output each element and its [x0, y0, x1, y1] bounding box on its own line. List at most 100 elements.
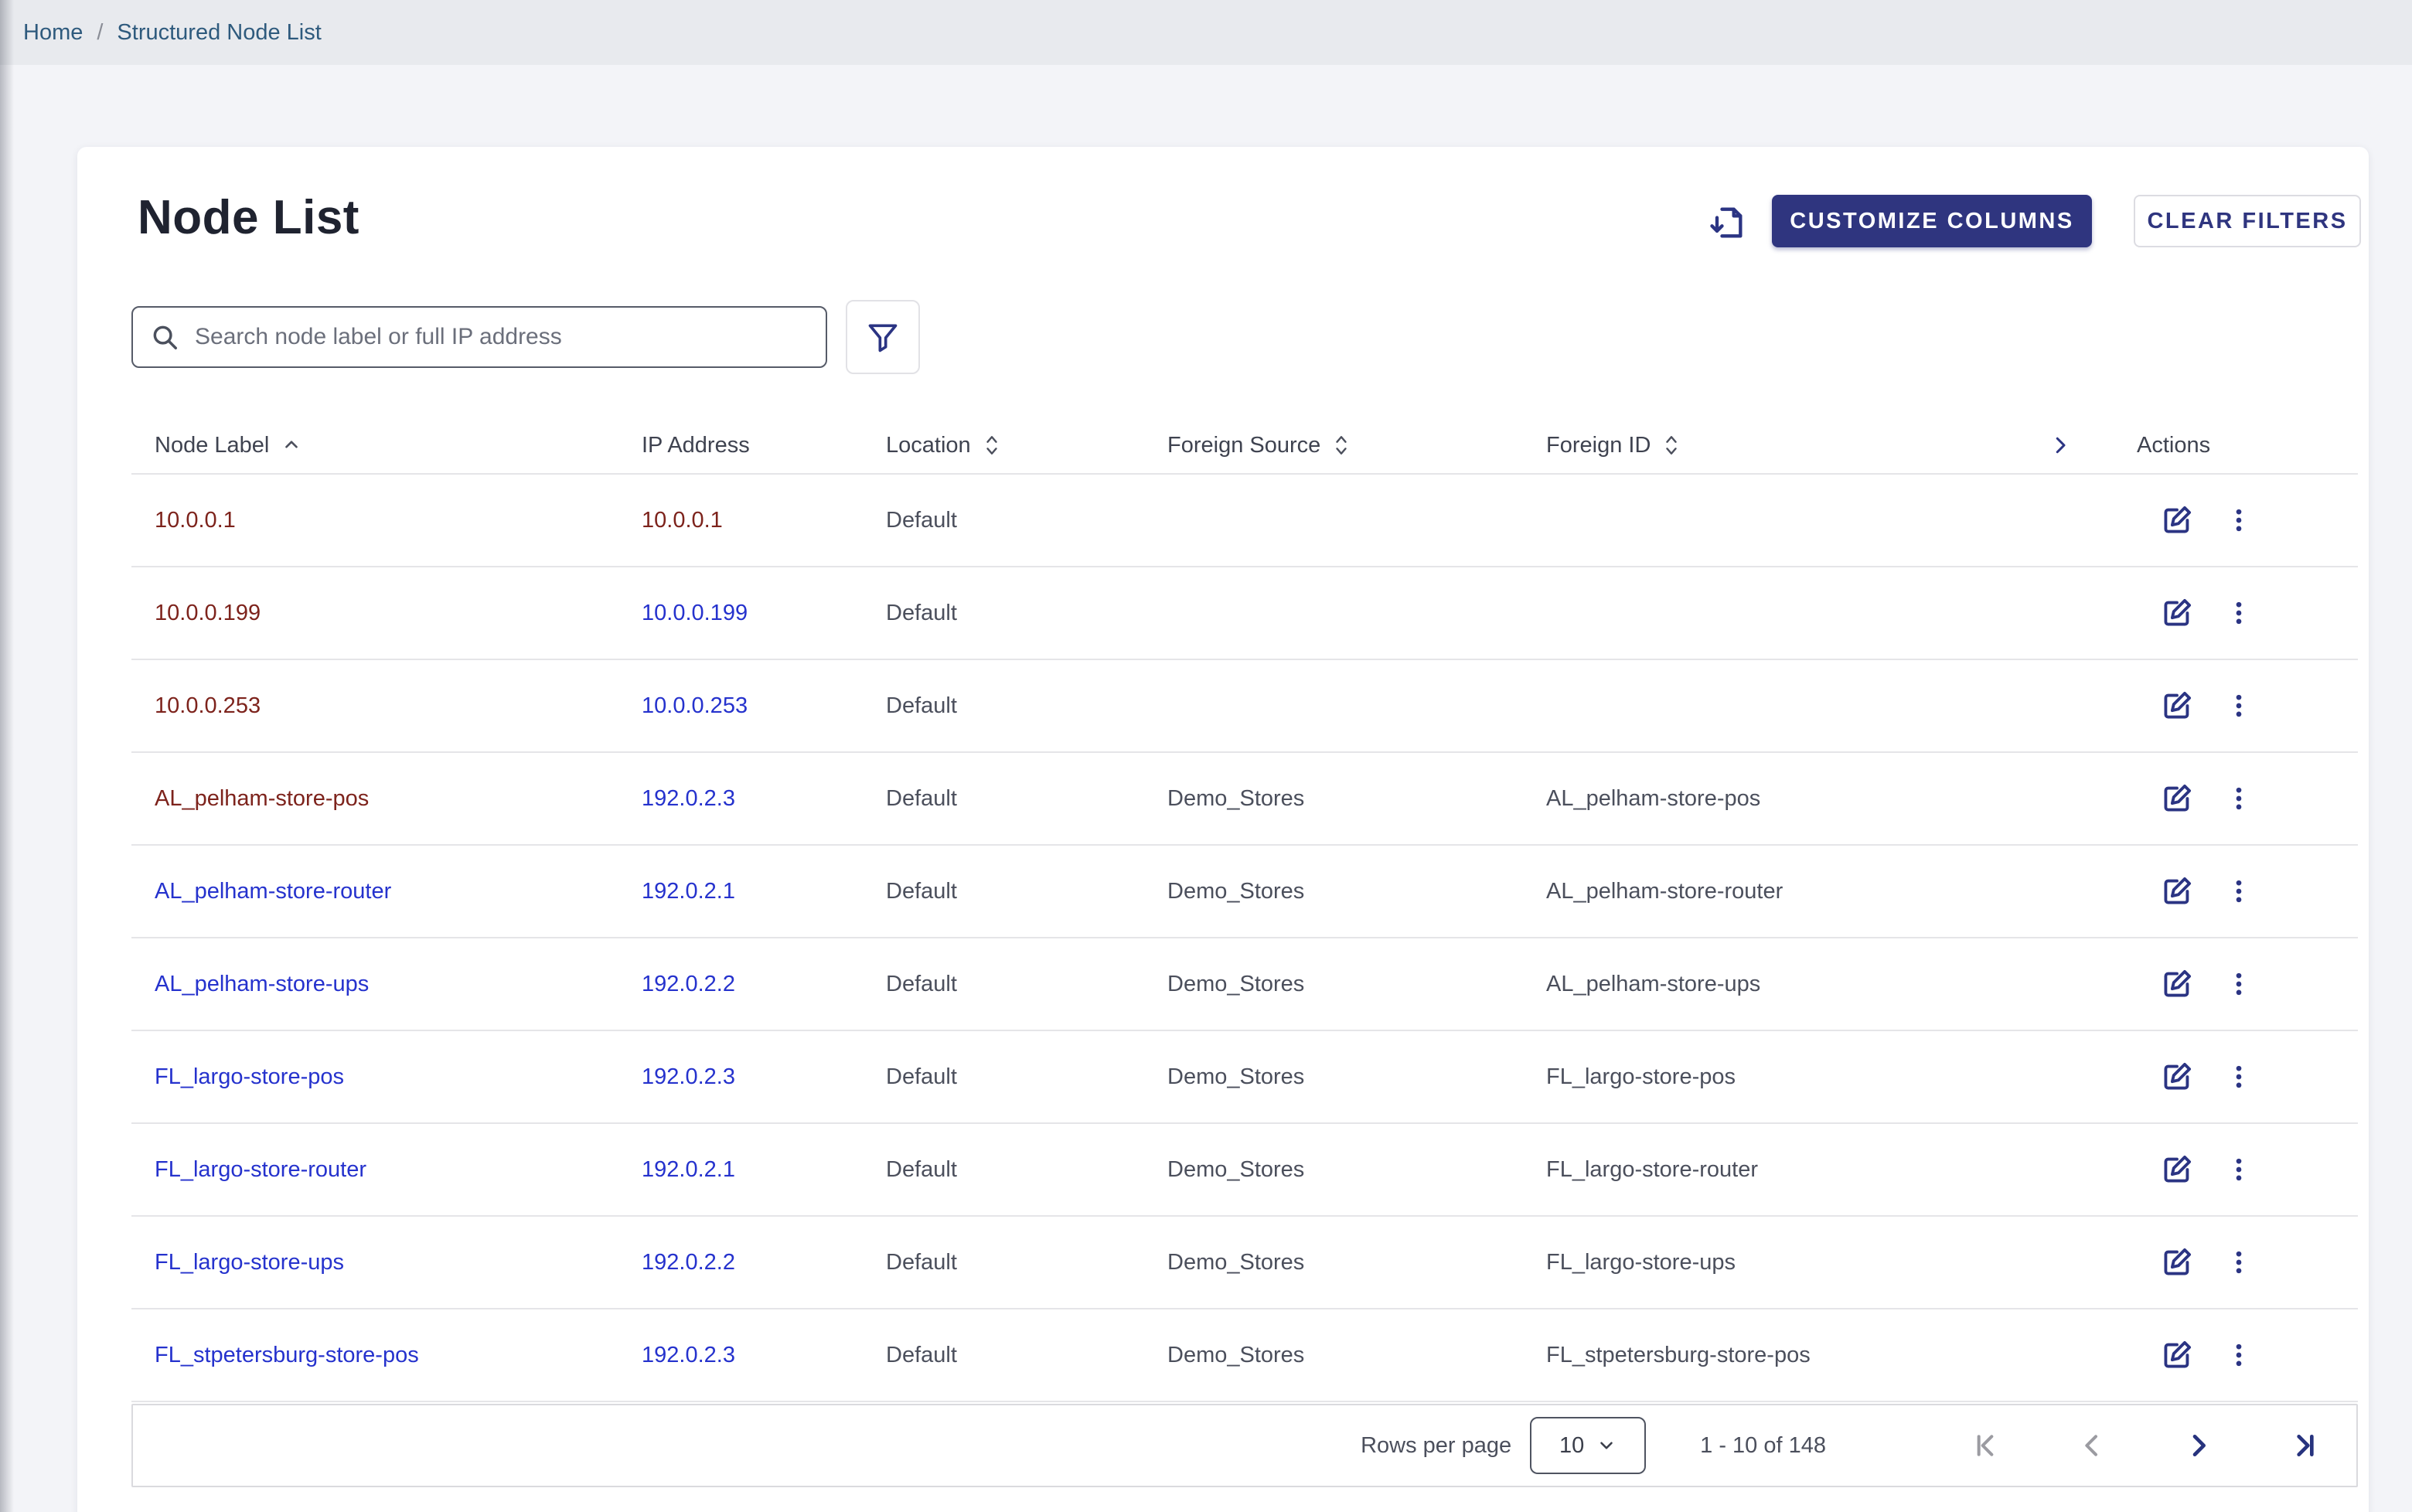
sort-both-icon: [1333, 433, 1350, 458]
foreign-source-cell: Demo_Stores: [1167, 1343, 1304, 1368]
foreign-source-cell: Demo_Stores: [1167, 879, 1304, 904]
edit-square-icon: [2159, 1059, 2195, 1095]
pagination-range-label: 1 - 10 of 148: [1700, 1433, 1826, 1459]
ip-address-link[interactable]: 10.0.0.1: [642, 508, 723, 533]
row-menu-button[interactable]: [2219, 778, 2259, 819]
table-row: AL_pelham-store-pos 192.0.2.3 Default De…: [131, 753, 2358, 846]
ip-address-link[interactable]: 10.0.0.199: [642, 601, 748, 626]
next-page-button[interactable]: [2182, 1429, 2216, 1463]
edit-square-icon: [2159, 1152, 2195, 1187]
row-menu-button[interactable]: [2219, 1149, 2259, 1190]
row-menu-button[interactable]: [2219, 593, 2259, 633]
ip-address-link[interactable]: 192.0.2.1: [642, 879, 735, 904]
edit-node-button[interactable]: [2157, 871, 2197, 911]
node-label-link[interactable]: 10.0.0.199: [155, 601, 261, 626]
location-cell: Default: [886, 879, 957, 904]
ip-address-link[interactable]: 192.0.2.2: [642, 972, 735, 997]
breadcrumb-home-link[interactable]: Home: [23, 20, 83, 46]
kebab-menu-icon: [2223, 1061, 2254, 1092]
table-row: FL_largo-store-ups 192.0.2.2 Default Dem…: [131, 1217, 2358, 1309]
node-label-link[interactable]: 10.0.0.1: [155, 508, 236, 533]
node-label-link[interactable]: FL_largo-store-ups: [155, 1250, 344, 1275]
node-label-link[interactable]: FL_largo-store-pos: [155, 1064, 344, 1090]
node-label-link[interactable]: 10.0.0.253: [155, 693, 261, 719]
customize-columns-button[interactable]: CUSTOMIZE COLUMNS: [1772, 195, 2092, 247]
rows-per-page-select[interactable]: 10: [1530, 1417, 1646, 1474]
ip-address-link[interactable]: 192.0.2.1: [642, 1157, 735, 1183]
kebab-menu-icon: [2223, 598, 2254, 628]
page-title: Node List: [138, 190, 359, 245]
edit-node-button[interactable]: [2157, 778, 2197, 819]
column-header-location[interactable]: Location: [863, 433, 1144, 458]
edit-node-button[interactable]: [2157, 593, 2197, 633]
edit-square-icon: [2159, 688, 2195, 724]
table-row: 10.0.0.253 10.0.0.253 Default: [131, 660, 2358, 753]
filter-button[interactable]: [846, 300, 920, 374]
row-menu-button[interactable]: [2219, 1242, 2259, 1282]
edit-node-button[interactable]: [2157, 1242, 2197, 1282]
location-cell: Default: [886, 1250, 957, 1275]
clear-filters-button[interactable]: CLEAR FILTERS: [2134, 195, 2361, 247]
foreign-id-cell: AL_pelham-store-pos: [1546, 786, 1760, 812]
row-menu-button[interactable]: [2219, 871, 2259, 911]
column-header-actions: Actions: [2134, 433, 2358, 458]
filter-funnel-icon: [866, 320, 900, 354]
edit-square-icon: [2159, 1245, 2195, 1280]
row-menu-button[interactable]: [2219, 500, 2259, 540]
column-header-node-label[interactable]: Node Label: [131, 433, 618, 458]
edit-square-icon: [2159, 873, 2195, 909]
foreign-id-cell: FL_largo-store-pos: [1546, 1064, 1736, 1090]
node-label-link[interactable]: FL_stpetersburg-store-pos: [155, 1343, 419, 1368]
location-cell: Default: [886, 972, 957, 997]
column-header-foreign-source[interactable]: Foreign Source: [1144, 433, 1523, 458]
edit-square-icon: [2159, 502, 2195, 538]
edit-node-button[interactable]: [2157, 964, 2197, 1004]
search-input[interactable]: [195, 324, 809, 350]
previous-page-button[interactable]: [2075, 1429, 2109, 1463]
foreign-id-cell: FL_largo-store-ups: [1546, 1250, 1736, 1275]
sort-ascending-icon: [281, 435, 302, 455]
edit-node-button[interactable]: [2157, 500, 2197, 540]
sidebar-edge-shadow: [0, 0, 14, 1512]
node-label-link[interactable]: FL_largo-store-router: [155, 1157, 366, 1183]
row-menu-button[interactable]: [2219, 1057, 2259, 1097]
last-page-button[interactable]: [2288, 1429, 2322, 1463]
column-header-foreign-id[interactable]: Foreign ID: [1523, 433, 2033, 458]
edit-node-button[interactable]: [2157, 1057, 2197, 1097]
breadcrumb-current-page[interactable]: Structured Node List: [117, 20, 321, 46]
node-label-link[interactable]: AL_pelham-store-router: [155, 879, 391, 904]
foreign-source-cell: Demo_Stores: [1167, 1250, 1304, 1275]
ip-address-link[interactable]: 192.0.2.3: [642, 1343, 735, 1368]
location-cell: Default: [886, 693, 957, 719]
chevron-down-icon: [1596, 1435, 1617, 1456]
expand-columns-control[interactable]: [2033, 434, 2134, 457]
node-label-link[interactable]: AL_pelham-store-ups: [155, 972, 369, 997]
last-page-icon: [2290, 1430, 2321, 1461]
ip-address-link[interactable]: 192.0.2.3: [642, 1064, 735, 1090]
row-menu-button[interactable]: [2219, 1335, 2259, 1375]
foreign-id-cell: FL_largo-store-router: [1546, 1157, 1758, 1183]
edit-square-icon: [2159, 1337, 2195, 1373]
foreign-source-cell: Demo_Stores: [1167, 1064, 1304, 1090]
ip-address-link[interactable]: 192.0.2.2: [642, 1250, 735, 1275]
row-menu-button[interactable]: [2219, 964, 2259, 1004]
table-row: AL_pelham-store-ups 192.0.2.2 Default De…: [131, 938, 2358, 1031]
ip-address-link[interactable]: 192.0.2.3: [642, 786, 735, 812]
edit-square-icon: [2159, 595, 2195, 631]
edit-square-icon: [2159, 966, 2195, 1002]
export-button[interactable]: [1704, 199, 1750, 246]
table-row: 10.0.0.1 10.0.0.1 Default: [131, 475, 2358, 567]
location-cell: Default: [886, 1157, 957, 1183]
node-label-link[interactable]: AL_pelham-store-pos: [155, 786, 369, 812]
table-row: AL_pelham-store-router 192.0.2.1 Default…: [131, 846, 2358, 938]
edit-node-button[interactable]: [2157, 686, 2197, 726]
edit-node-button[interactable]: [2157, 1149, 2197, 1190]
column-header-ip-address[interactable]: IP Address: [618, 433, 863, 458]
first-page-button[interactable]: [1968, 1429, 2002, 1463]
ip-address-link[interactable]: 10.0.0.253: [642, 693, 748, 719]
edit-square-icon: [2159, 781, 2195, 816]
location-cell: Default: [886, 601, 957, 626]
kebab-menu-icon: [2223, 783, 2254, 814]
row-menu-button[interactable]: [2219, 686, 2259, 726]
edit-node-button[interactable]: [2157, 1335, 2197, 1375]
